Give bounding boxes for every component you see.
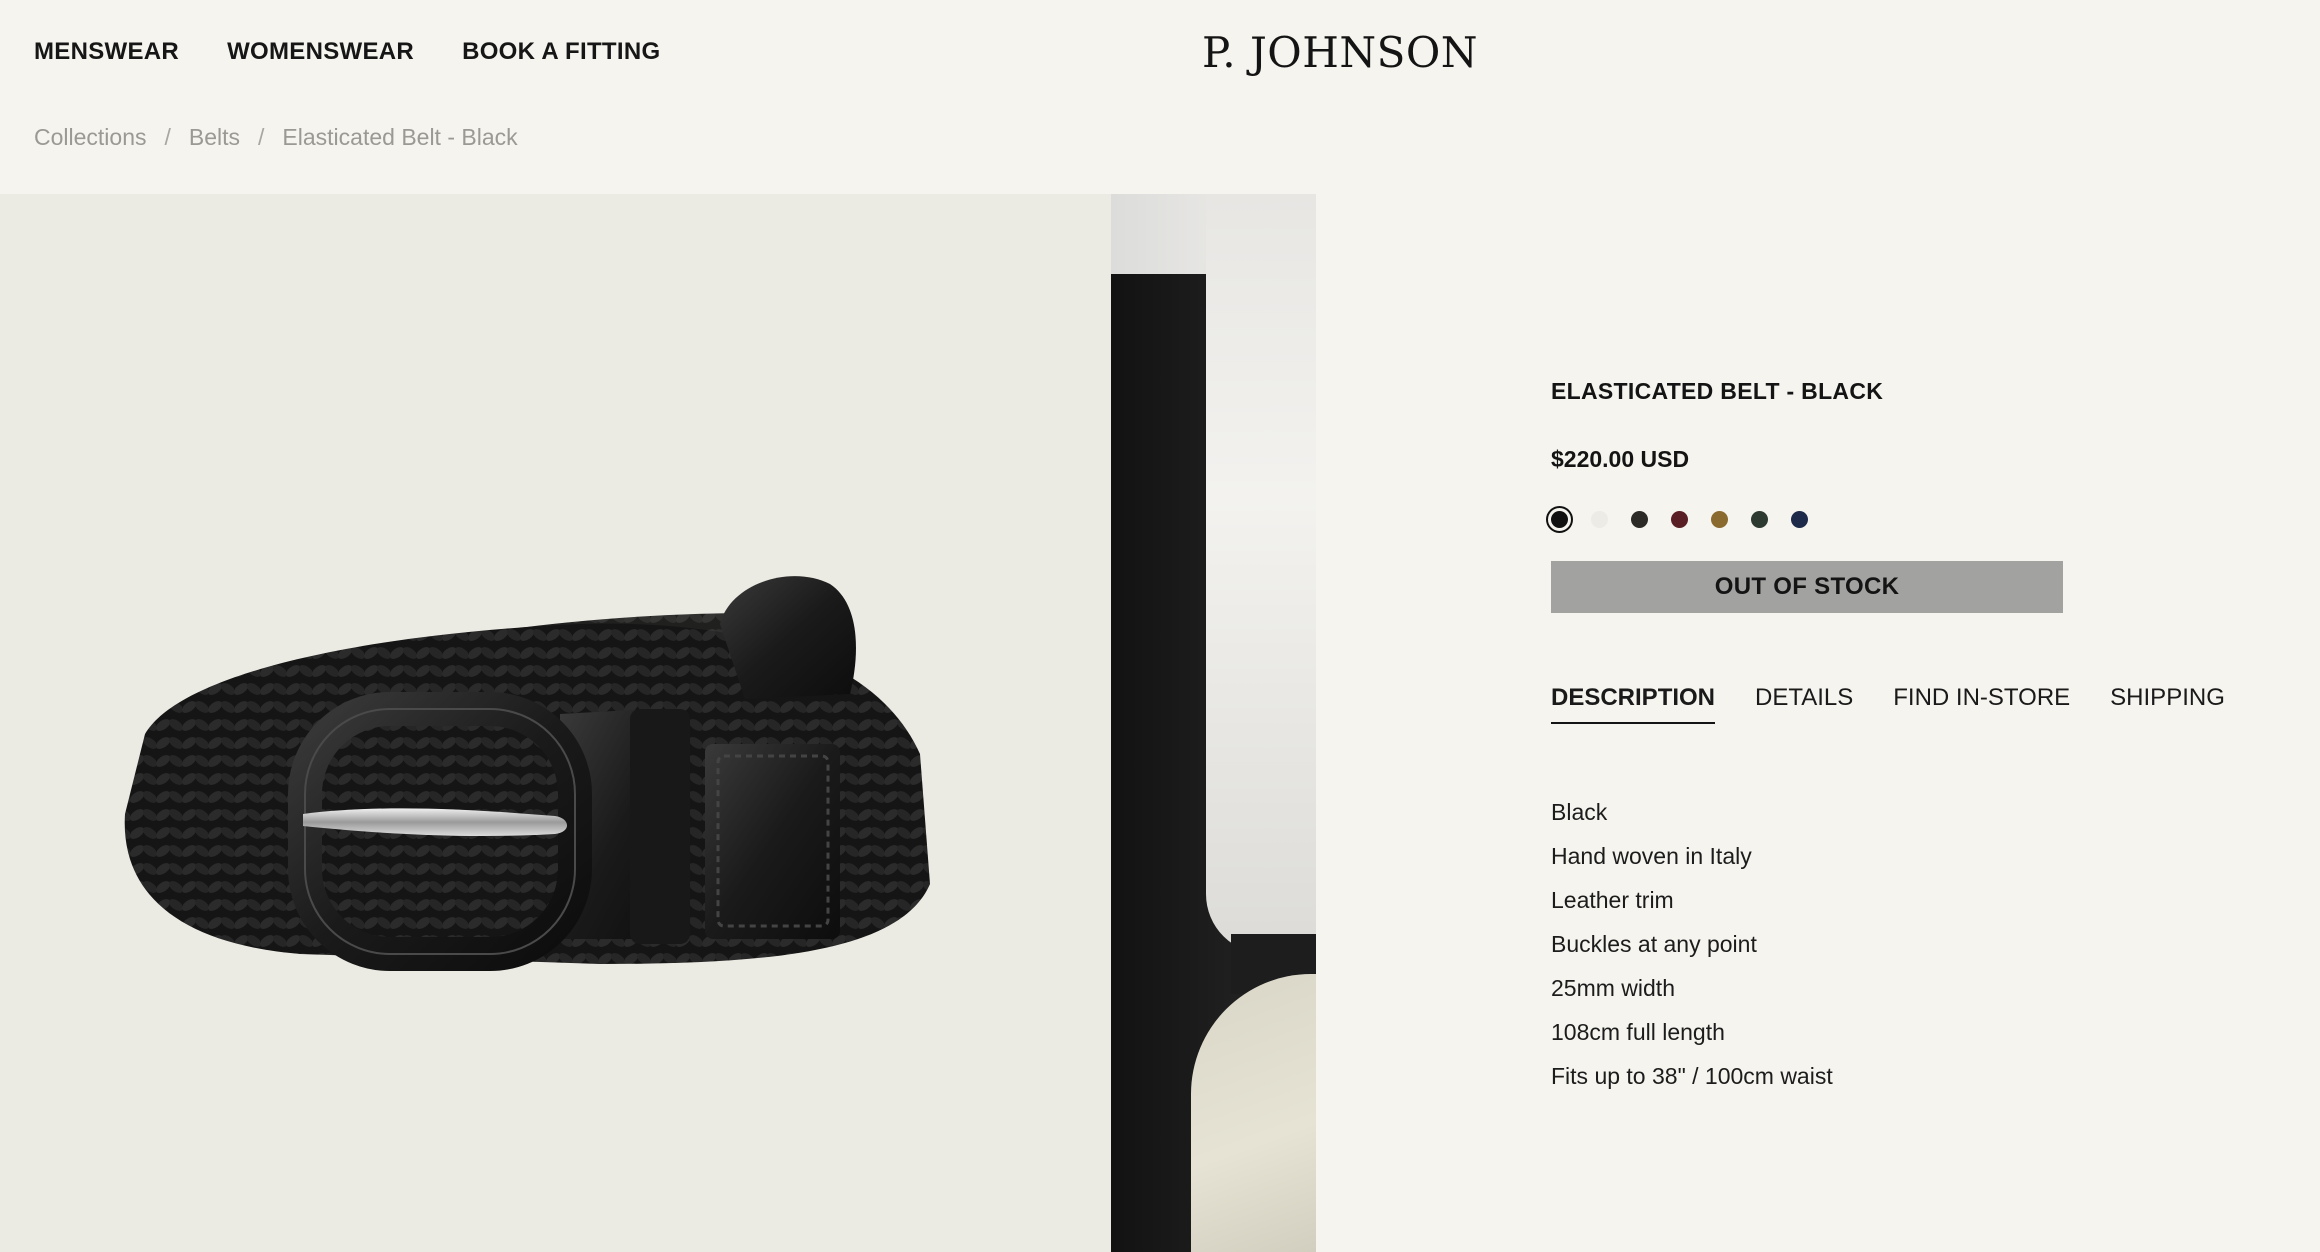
- tab-find-in-store[interactable]: FIND IN-STORE: [1893, 684, 2070, 724]
- description-item: Leather trim: [1551, 887, 1674, 913]
- belt-product-image: [124, 576, 930, 971]
- description-list: Black Hand woven in Italy Leather trim B…: [1551, 790, 1833, 1098]
- description-item: Buckles at any point: [1551, 931, 1757, 957]
- color-swatch-navy[interactable]: [1791, 511, 1808, 528]
- nav-menswear-link[interactable]: MENSWEAR: [34, 38, 179, 66]
- nav-womenswear-link[interactable]: WOMENSWEAR: [227, 38, 414, 66]
- color-swatch-tan[interactable]: [1711, 511, 1728, 528]
- tab-description[interactable]: DESCRIPTION: [1551, 684, 1716, 724]
- description-item: Hand woven in Italy: [1551, 843, 1752, 869]
- color-swatch-white[interactable]: [1591, 511, 1608, 528]
- breadcrumb-belts[interactable]: Belts: [189, 124, 240, 151]
- color-swatch-charcoal[interactable]: [1631, 511, 1648, 528]
- color-swatch-dark-green[interactable]: [1751, 511, 1768, 528]
- brand-logo[interactable]: P. JOHNSON: [1202, 28, 1478, 77]
- tab-shipping[interactable]: SHIPPING: [2110, 684, 2225, 724]
- description-item: 25mm width: [1551, 975, 1675, 1001]
- description-item: 108cm full length: [1551, 1019, 1725, 1045]
- product-tabs: DESCRIPTION DETAILS FIND IN-STORE SHIPPI…: [1551, 684, 2225, 724]
- breadcrumb-collections[interactable]: Collections: [34, 124, 147, 151]
- shirt-shape: [1206, 194, 1316, 954]
- description-item: Black: [1551, 799, 1608, 825]
- tab-details[interactable]: DETAILS: [1755, 684, 1853, 724]
- color-swatch-black[interactable]: [1546, 506, 1573, 533]
- color-swatches: [1546, 506, 1808, 533]
- color-swatch-burgundy[interactable]: [1671, 511, 1688, 528]
- product-image-lifestyle[interactable]: [1111, 194, 1316, 1252]
- product-title: ELASTICATED BELT - BLACK: [1551, 378, 1884, 404]
- trousers-shape: [1191, 974, 1316, 1252]
- description-item: Fits up to 38" / 100cm waist: [1551, 1063, 1833, 1089]
- breadcrumb-separator: /: [164, 124, 171, 150]
- product-page: MENSWEAR WOMENSWEAR BOOK A FITTING P. JO…: [0, 0, 2320, 1252]
- nav-book-fitting-link[interactable]: BOOK A FITTING: [462, 38, 660, 66]
- breadcrumb-current[interactable]: Elasticated Belt - Black: [282, 124, 517, 151]
- product-image-main[interactable]: [0, 194, 1111, 1252]
- breadcrumb: Collections / Belts / Elasticated Belt -…: [34, 124, 518, 151]
- out-of-stock-button[interactable]: OUT OF STOCK: [1551, 561, 2063, 613]
- breadcrumb-separator: /: [258, 124, 265, 150]
- main-nav: MENSWEAR WOMENSWEAR BOOK A FITTING: [34, 38, 660, 66]
- product-price: $220.00 USD: [1551, 446, 1690, 472]
